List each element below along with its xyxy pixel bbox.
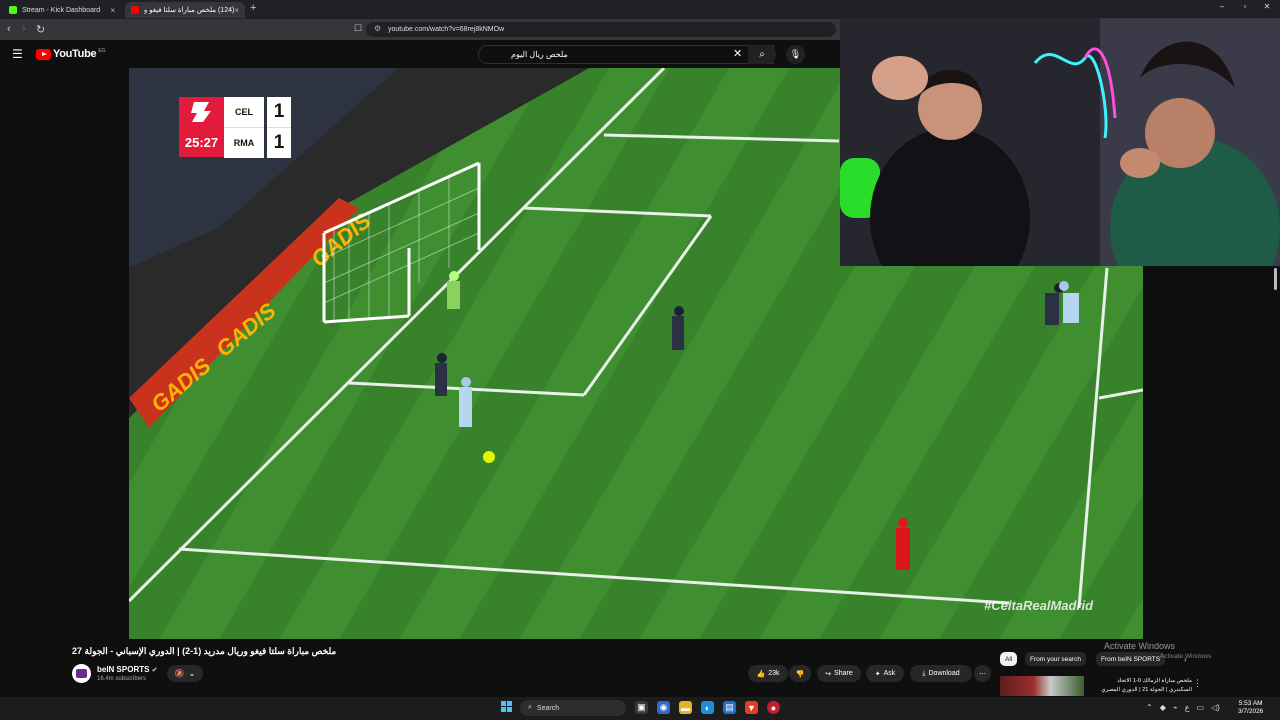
edge-icon[interactable]: ◐	[701, 701, 714, 714]
tab-title: Stream - Kick Dashboard	[22, 6, 101, 14]
logo-text: YouTube	[53, 48, 97, 60]
more-actions-button[interactable]: ⋯	[974, 665, 991, 682]
recommendation-thumbnail[interactable]	[1000, 676, 1084, 696]
back-icon[interactable]: ‹	[7, 23, 11, 35]
sparkle-icon: ✦	[874, 670, 881, 678]
url-bar[interactable]: youtube.com/watch?v=68rej8kNMOw	[366, 22, 836, 37]
taskbar-search-label: Search	[536, 704, 560, 712]
youtube-logo[interactable]: YouTube EG	[36, 48, 106, 60]
search-button[interactable]: ⌕	[748, 45, 776, 64]
usb-icon[interactable]: ⌁	[1173, 703, 1178, 712]
task-view-icon[interactable]: ▣	[635, 701, 648, 714]
notification-bell-button[interactable]: 🔕 ⌄	[167, 665, 203, 682]
clear-search-icon[interactable]: ✕	[733, 47, 742, 60]
file-explorer-icon[interactable]: ▬	[679, 701, 692, 714]
close-tab-icon[interactable]: ×	[110, 6, 115, 15]
close-window-icon[interactable]: ✕	[1256, 2, 1278, 11]
search-query: ملخص ريال اليوم	[511, 50, 568, 59]
bein-logo-icon	[76, 669, 87, 678]
activate-windows-title: Activate Windows	[1104, 641, 1176, 651]
brave-icon[interactable]: ▼	[745, 701, 758, 714]
taskbar-clock[interactable]: 5:53 AM 3/7/2026	[1238, 700, 1263, 716]
chip-from-bein-sports[interactable]: From beIN SPORTS	[1096, 652, 1166, 666]
dislike-button[interactable]: 👎	[789, 665, 811, 682]
youtube-favicon-icon	[131, 6, 139, 14]
chip-all[interactable]: All	[1000, 652, 1018, 666]
download-button[interactable]: ⤓ Download	[910, 665, 972, 682]
thumbs-down-icon: 👎	[795, 670, 805, 678]
kick-icon	[9, 6, 17, 14]
url-text: youtube.com/watch?v=68rej8kNMOw	[388, 26, 505, 33]
webcam-overlay	[840, 18, 1280, 266]
country-code: EG	[98, 48, 106, 54]
minimize-icon[interactable]: –	[1211, 2, 1233, 11]
thumbs-up-icon: 👍	[756, 670, 766, 678]
like-button[interactable]: 👍 23k	[748, 665, 788, 682]
download-label: Download	[928, 670, 960, 677]
laliga-logo	[179, 97, 224, 127]
chevron-down-icon: ⌄	[188, 669, 196, 678]
match-clock: 25:27	[179, 127, 224, 157]
verified-icon: ✔	[151, 667, 158, 674]
hamburger-menu-icon[interactable]: ☰	[12, 47, 23, 61]
system-tray: ⌃ ◆ ⌁ ع ▭ ◁)	[1146, 703, 1220, 712]
forward-icon[interactable]: ›	[22, 23, 26, 35]
search-icon: ⌕	[528, 704, 532, 711]
more-vertical-icon[interactable]: ⋮	[1193, 678, 1202, 689]
more-horizontal-icon: ⋯	[979, 670, 986, 678]
chrome-icon[interactable]: ◉	[657, 701, 670, 714]
chevron-up-icon[interactable]: ⌃	[1146, 703, 1153, 712]
search-input[interactable]: ملخص ريال اليوم	[478, 45, 774, 64]
language-indicator[interactable]: ع	[1185, 703, 1190, 712]
scrollbar[interactable]	[1274, 268, 1277, 290]
video-hashtag: #CeltaRealMadrid	[984, 598, 1094, 613]
download-icon: ⤓	[922, 669, 926, 677]
search-icon: ⌕	[759, 49, 765, 60]
home-team: CEL	[224, 97, 264, 127]
ask-button[interactable]: ✦ Ask	[866, 665, 904, 682]
share-icon: ↪	[825, 670, 832, 678]
tab-kick-dashboard[interactable]: Stream - Kick Dashboard ×	[3, 2, 121, 18]
bell-off-icon: 🔕	[174, 669, 185, 678]
obs-icon[interactable]: ●	[767, 701, 780, 714]
tab-youtube-video[interactable]: (124) ملخص مباراة سلتا فيغو وريال ×	[125, 2, 245, 18]
channel-avatar[interactable]	[72, 664, 91, 683]
like-count: 23k	[768, 670, 780, 677]
site-info-icon[interactable]: ⚙	[374, 24, 381, 33]
network-icon[interactable]: ▭	[1196, 703, 1204, 712]
ask-label: Ask	[883, 670, 896, 677]
chip-from-your-search[interactable]: From your search	[1025, 652, 1086, 666]
windows-start-icon[interactable]	[501, 701, 512, 712]
clock-time: 5:53 AM	[1238, 700, 1263, 707]
recommendation-title-line2: السكندري | الجولة 21 | الدوري المصري	[1101, 687, 1192, 693]
subscriber-count: 16.4m subscribers	[97, 676, 147, 682]
activate-windows-subtitle: Activate Windows	[1160, 653, 1212, 660]
restore-icon[interactable]: ▫	[1234, 2, 1256, 11]
tray-app-icon[interactable]: ◆	[1160, 703, 1166, 712]
home-score: 1	[267, 97, 291, 127]
tab-title: (124) ملخص مباراة سلتا فيغو وريال	[144, 7, 235, 14]
close-tab-icon[interactable]: ×	[234, 6, 239, 15]
taskbar-search[interactable]: ⌕ Search	[520, 700, 626, 716]
recommendation-title-line1: ملخص مباراة الزمالك 0-1 الاتحاد	[1117, 678, 1192, 684]
voice-search-icon[interactable]: 🎙	[786, 45, 805, 64]
reload-icon[interactable]: ↻	[36, 23, 45, 36]
away-team: RMA	[224, 127, 264, 158]
recommendation-title[interactable]: ملخص مباراة الزمالك 0-1 الاتحاد السكندري…	[1086, 677, 1192, 695]
channel-name[interactable]: beIN SPORTS ✔	[97, 665, 158, 674]
new-tab-button[interactable]: +	[250, 2, 256, 14]
clock-date: 3/7/2026	[1238, 708, 1264, 715]
bookmark-icon[interactable]: ☐	[354, 23, 362, 34]
store-icon[interactable]: ▤	[723, 701, 736, 714]
share-label: Share	[834, 670, 853, 677]
away-score: 1	[267, 127, 291, 158]
share-button[interactable]: ↪ Share	[817, 665, 861, 682]
video-title: ملخص مباراة سلتا فيغو وريال مدريد (1-2) …	[72, 646, 337, 656]
scoreboard: 25:27 CEL 1 RMA 1	[179, 97, 291, 158]
channel-name-text: beIN SPORTS	[97, 665, 150, 674]
youtube-play-icon	[36, 48, 51, 60]
volume-icon[interactable]: ◁)	[1211, 703, 1220, 712]
